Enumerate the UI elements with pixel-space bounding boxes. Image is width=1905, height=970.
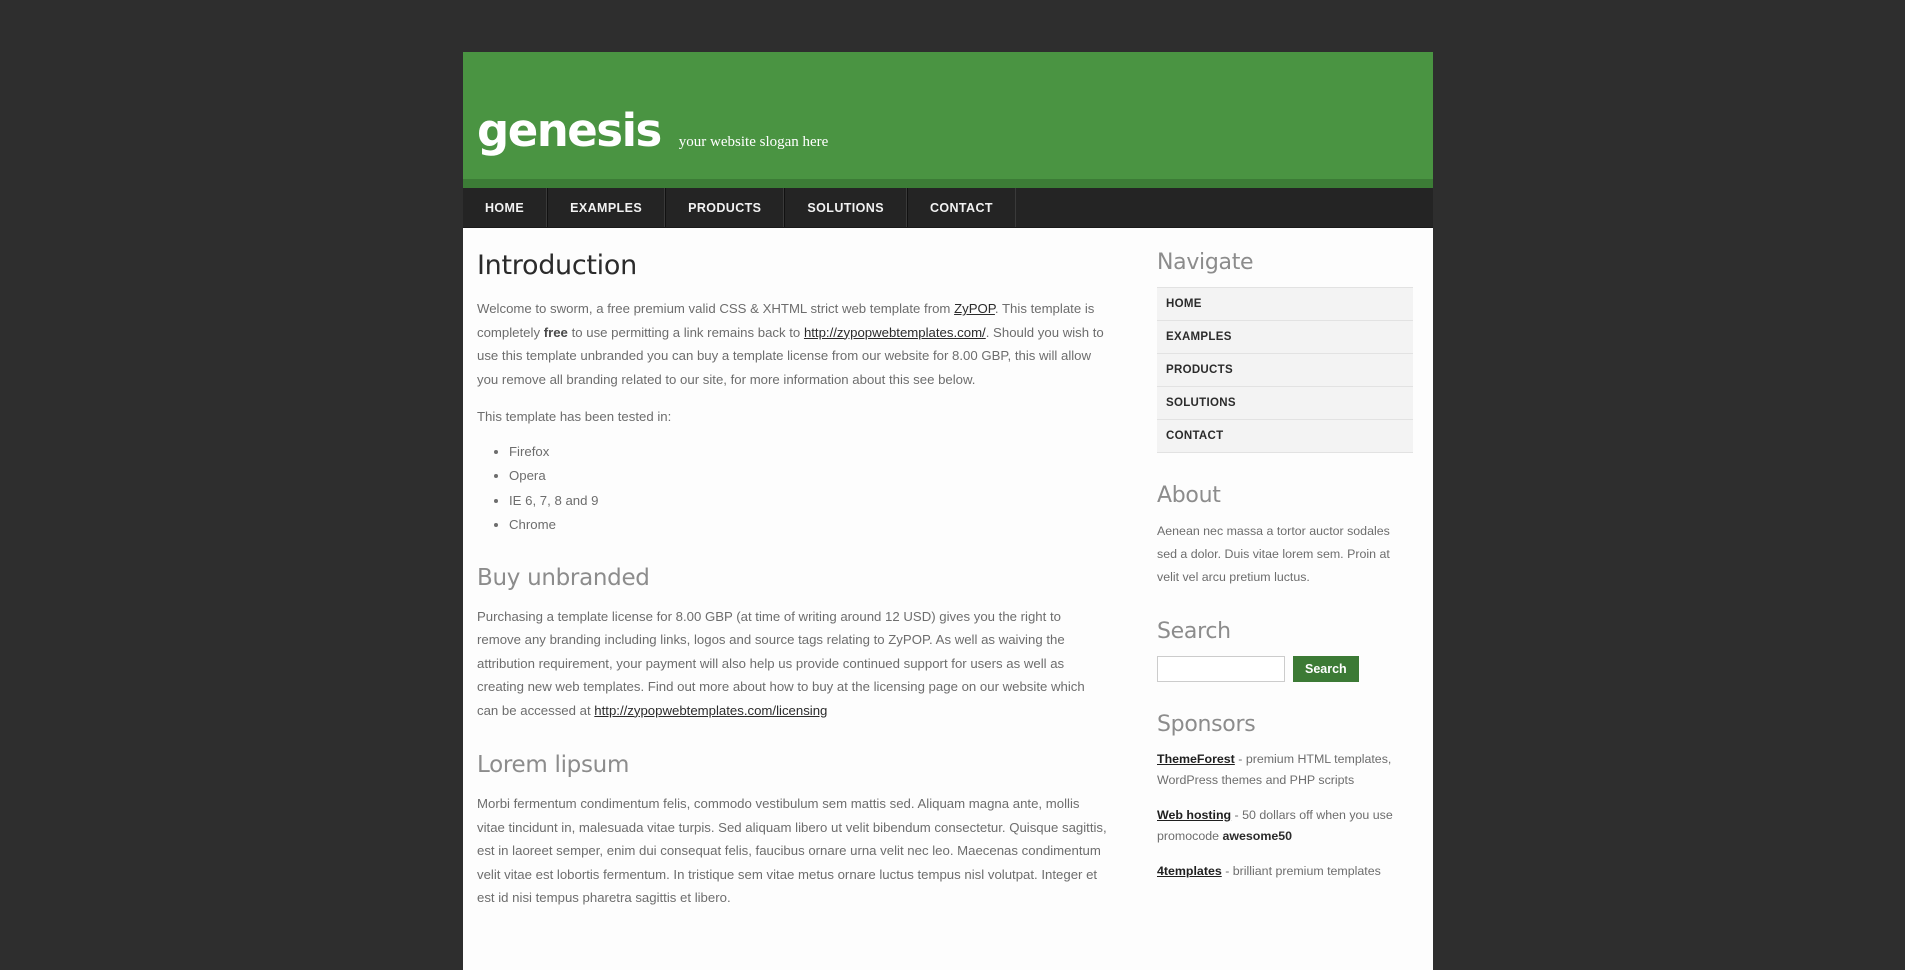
sidebar-item-products[interactable]: PRODUCTS: [1157, 354, 1413, 387]
sponsor-themeforest: ThemeForest - premium HTML templates, Wo…: [1157, 749, 1413, 791]
licensing-link[interactable]: http://zypopwebtemplates.com/licensing: [594, 703, 827, 718]
nav-item-examples[interactable]: EXAMPLES: [547, 188, 666, 227]
sidebar-item-home[interactable]: HOME: [1157, 288, 1413, 321]
header-divider: [463, 179, 1433, 188]
about-text: Aenean nec massa a tortor auctor sodales…: [1157, 524, 1390, 584]
sidebar: Navigate HOME EXAMPLES PRODUCTS SOLUTION…: [1157, 250, 1413, 924]
sidebar-item-examples[interactable]: EXAMPLES: [1157, 321, 1413, 354]
navigate-heading: Navigate: [1157, 250, 1254, 275]
site-slogan: your website slogan here: [678, 134, 829, 150]
main-column: Introduction Welcome to sworm, a free pr…: [477, 250, 1125, 924]
about-heading: About: [1157, 483, 1221, 508]
sponsor-link[interactable]: 4templates: [1157, 864, 1222, 878]
buy-text: Purchasing a template license for 8.00 G…: [477, 608, 1085, 718]
sidebar-item-contact[interactable]: CONTACT: [1157, 420, 1413, 453]
main-navigation: HOME EXAMPLES PRODUCTS SOLUTIONS CONTACT: [463, 188, 1433, 228]
site-header: genesis your website slogan here: [463, 52, 1433, 179]
nav-item-contact[interactable]: CONTACT: [906, 188, 1016, 227]
sponsors-heading: Sponsors: [1157, 712, 1256, 737]
list-item: Firefox: [509, 443, 1107, 462]
zypop-url-link[interactable]: http://zypopwebtemplates.com/: [804, 325, 986, 340]
nav-item-products[interactable]: PRODUCTS: [665, 188, 785, 227]
page-container: genesis your website slogan here HOME EX…: [463, 52, 1433, 970]
list-item: IE 6, 7, 8 and 9: [509, 492, 1107, 511]
search-button[interactable]: Search: [1293, 656, 1359, 682]
zypop-link[interactable]: ZyPOP: [954, 301, 995, 316]
buy-unbranded-heading: Buy unbranded: [477, 564, 650, 591]
page-title: Introduction: [477, 250, 637, 281]
intro-text-a: Welcome to sworm, a free premium valid C…: [477, 301, 955, 316]
nav-item-home[interactable]: HOME: [463, 188, 548, 227]
lorem-heading: Lorem lipsum: [477, 752, 630, 778]
list-item: Chrome: [509, 516, 1107, 535]
promocode: awesome50: [1222, 829, 1293, 843]
sidebar-nav-list: HOME EXAMPLES PRODUCTS SOLUTIONS CONTACT: [1157, 287, 1413, 453]
intro-text-c: to use permitting a link remains back to: [567, 324, 804, 340]
search-input[interactable]: [1157, 656, 1285, 682]
buy-unbranded-paragraph: Purchasing a template license for 8.00 G…: [477, 605, 1107, 723]
sidebar-item-solutions[interactable]: SOLUTIONS: [1157, 387, 1413, 420]
browser-list: Firefox Opera IE 6, 7, 8 and 9 Chrome: [477, 443, 1107, 535]
search-heading: Search: [1157, 619, 1231, 644]
lorem-paragraph: Morbi fermentum condimentum felis, commo…: [477, 796, 1107, 905]
content-area: Introduction Welcome to sworm, a free pr…: [463, 228, 1433, 924]
sponsor-4templates: 4templates - brilliant premium templates: [1157, 861, 1413, 882]
nav-item-solutions[interactable]: SOLUTIONS: [784, 188, 907, 227]
site-logo: genesis: [477, 104, 662, 157]
tested-label: This template has been tested in:: [477, 409, 672, 424]
sponsor-link[interactable]: Web hosting: [1157, 808, 1231, 822]
list-item: Opera: [509, 467, 1107, 486]
sponsor-web-hosting: Web hosting - 50 dollars off when you us…: [1157, 805, 1413, 847]
intro-paragraph: Welcome to sworm, a free premium valid C…: [477, 297, 1107, 391]
search-form: Search: [1157, 656, 1413, 682]
sponsor-text: - brilliant premium templates: [1221, 864, 1381, 878]
brand: genesis your website slogan here: [477, 108, 828, 153]
intro-bold-free: free: [543, 324, 568, 340]
sponsor-link[interactable]: ThemeForest: [1157, 752, 1235, 766]
